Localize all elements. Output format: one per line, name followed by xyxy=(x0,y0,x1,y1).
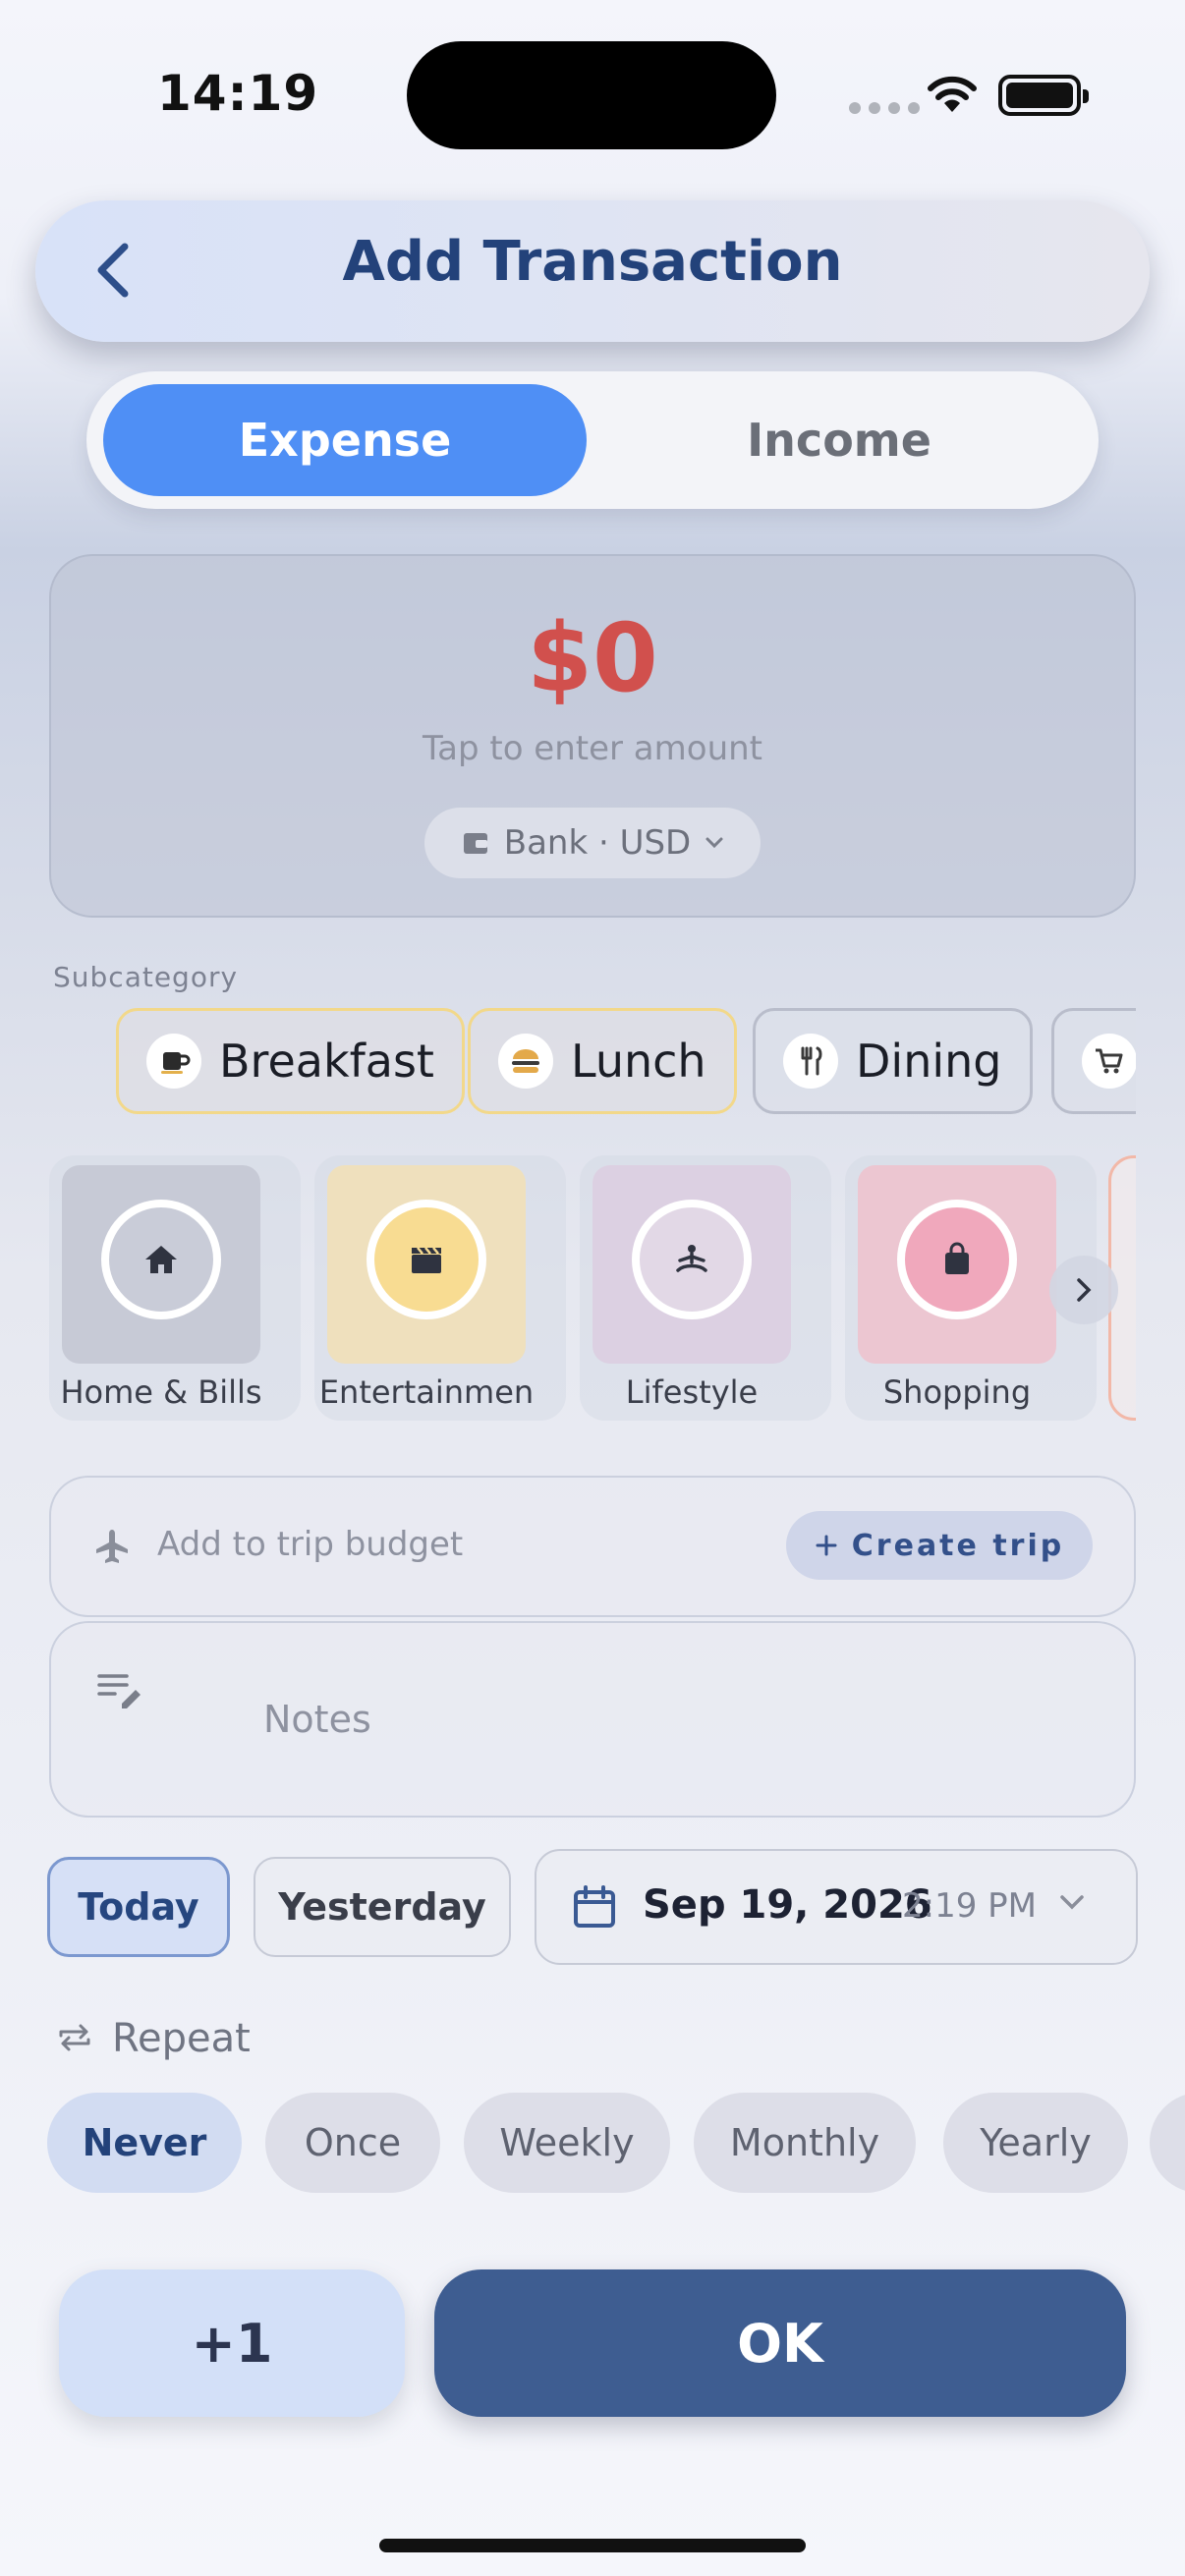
subcategory-chip-lunch[interactable]: Lunch xyxy=(468,1008,737,1114)
wallet-icon xyxy=(463,833,487,854)
date-yesterday-button[interactable]: Yesterday xyxy=(254,1857,511,1957)
subcategory-chip-breakfast[interactable]: Breakfast xyxy=(116,1008,465,1114)
subcategory-chip-label: Dining xyxy=(856,1035,1002,1088)
create-trip-label: Create trip xyxy=(851,1528,1065,1563)
create-trip-button[interactable]: Create trip xyxy=(786,1511,1093,1580)
coffee-icon xyxy=(146,1034,201,1089)
trip-budget-placeholder: Add to trip budget xyxy=(157,1525,464,1564)
amount-hint: Tap to enter amount xyxy=(423,729,762,768)
selected-date: Sep 19, 2026 xyxy=(643,1882,932,1928)
repeat-label: Repeat xyxy=(112,2016,251,2061)
repeat-option-monthly[interactable]: Monthly xyxy=(694,2093,916,2193)
category-label: Shopping xyxy=(882,1373,1032,1411)
category-label: Entertainmen xyxy=(318,1373,535,1411)
selected-time: 2:19 PM xyxy=(902,1886,1037,1926)
category-home-bills[interactable]: Home & Bills xyxy=(49,1155,301,1421)
chevron-down-icon xyxy=(1057,1892,1087,1916)
notes-placeholder: Notes xyxy=(263,1698,371,1741)
account-selector[interactable]: Bank · USD xyxy=(424,808,761,878)
burger-icon xyxy=(498,1034,553,1089)
airplane-icon xyxy=(92,1527,132,1570)
category-label: Lifestyle xyxy=(625,1373,759,1411)
status-time: 14:19 xyxy=(157,65,319,122)
repeat-icon xyxy=(57,2022,92,2057)
tab-income[interactable]: Income xyxy=(593,384,1085,496)
utensils-icon xyxy=(783,1034,838,1089)
chevron-right-icon xyxy=(1077,1278,1092,1302)
repeat-options: Never Once Weekly Monthly Yearly xyxy=(47,2093,1185,2195)
category-scroll-next-button[interactable] xyxy=(1049,1256,1118,1324)
back-button[interactable] xyxy=(79,236,147,305)
category-lifestyle[interactable]: Lifestyle xyxy=(580,1155,831,1421)
notes-field[interactable] xyxy=(49,1621,1136,1818)
chevron-left-icon xyxy=(97,243,129,298)
subcategory-list: Breakfast Lunch Dining xyxy=(49,1004,1136,1118)
add-another-button[interactable]: +1 xyxy=(59,2269,405,2417)
wifi-icon xyxy=(926,73,979,118)
account-label: Bank · USD xyxy=(503,823,692,863)
tab-expense[interactable]: Expense xyxy=(103,384,587,496)
edit-notes-icon xyxy=(96,1670,145,1715)
repeat-option-never[interactable]: Never xyxy=(47,2093,242,2193)
page-title: Add Transaction xyxy=(342,230,843,294)
amount-value[interactable]: $0 xyxy=(49,603,1136,713)
repeat-option-weekly[interactable]: Weekly xyxy=(464,2093,670,2193)
subcategory-chip-dining[interactable]: Dining xyxy=(753,1008,1033,1114)
subcategory-chip-shopping[interactable] xyxy=(1051,1008,1136,1114)
repeat-option-yearly[interactable]: Yearly xyxy=(943,2093,1128,2193)
cart-icon xyxy=(1082,1034,1136,1089)
home-icon xyxy=(101,1200,221,1319)
clapperboard-icon xyxy=(367,1200,486,1319)
subcategory-label: Subcategory xyxy=(53,961,239,993)
meditation-icon xyxy=(632,1200,752,1319)
plus-icon xyxy=(816,1535,837,1556)
shopping-bag-icon xyxy=(897,1200,1017,1319)
repeat-option-once[interactable]: Once xyxy=(265,2093,440,2193)
battery-icon xyxy=(998,75,1089,116)
date-today-button[interactable]: Today xyxy=(47,1857,230,1957)
category-entertainment[interactable]: Entertainmen xyxy=(314,1155,566,1421)
chevron-down-icon xyxy=(705,837,723,849)
category-label: Home & Bills xyxy=(60,1373,262,1411)
category-list: Home & Bills Entertainmen Lifestyle Shop… xyxy=(49,1155,1136,1421)
home-indicator[interactable] xyxy=(379,2539,806,2552)
dynamic-island xyxy=(407,41,776,149)
subcategory-chip-label: Breakfast xyxy=(219,1035,434,1088)
repeat-option-partial[interactable] xyxy=(1150,2093,1185,2193)
subcategory-chip-label: Lunch xyxy=(571,1035,706,1088)
cellular-signal-icon xyxy=(849,102,920,114)
ok-button[interactable]: OK xyxy=(434,2269,1126,2417)
calendar-icon xyxy=(572,1884,617,1933)
